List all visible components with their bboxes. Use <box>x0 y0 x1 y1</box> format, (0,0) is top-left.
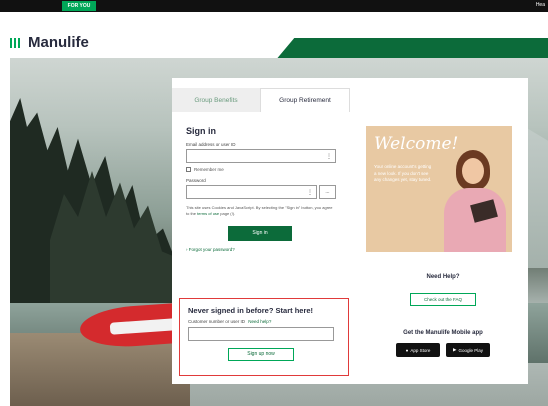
start-title: Never signed in before? Start here! <box>188 306 314 315</box>
woman-with-tablet-image <box>438 148 512 252</box>
forgot-password-link[interactable]: › Forgot your password? <box>186 247 336 252</box>
need-help-link[interactable]: Need help? <box>248 319 271 324</box>
email-label: Email address or user ID <box>186 142 236 147</box>
top-utility-bar: FOR YOU Hea <box>0 0 548 12</box>
terms-link[interactable]: terms of use <box>197 211 219 216</box>
signin-title: Sign in <box>186 126 216 136</box>
faq-button[interactable]: Check out the FAQ <box>410 293 476 306</box>
mobile-app-title: Get the Manulife Mobile app <box>403 330 483 336</box>
apple-icon: ● <box>405 347 409 353</box>
autofill-icon[interactable]: ⋮ <box>326 153 332 160</box>
topbar-right-text[interactable]: Hea <box>536 2 545 8</box>
need-help-title: Need Help? <box>426 274 460 280</box>
for-you-tag[interactable]: FOR YOU <box>62 1 96 11</box>
signin-button[interactable]: Sign in <box>228 226 292 241</box>
google-play-badge[interactable]: ▶ Google Play <box>446 343 490 357</box>
logo-bars-icon <box>10 37 20 48</box>
signin-form: Sign in Email address or user ID ⋮ Remem… <box>186 126 336 252</box>
login-card: Group Benefits Group Retirement Sign in … <box>172 78 528 384</box>
app-store-badge[interactable]: ● App Store <box>396 343 440 357</box>
right-column: Welcome! Your online account's getting a… <box>358 78 528 384</box>
welcome-banner: Welcome! Your online account's getting a… <box>366 126 512 252</box>
terms-text: This site uses Cookies and JavaScript. B… <box>186 205 333 216</box>
welcome-body: Your online account's getting a new look… <box>374 164 432 182</box>
logo-wordmark: Manulife <box>28 34 89 51</box>
remember-me[interactable]: Remember me <box>186 167 336 172</box>
remember-checkbox[interactable] <box>186 167 191 172</box>
header: Manulife <box>0 12 548 58</box>
help-section: Need Help? Check out the FAQ Get the Man… <box>358 274 528 357</box>
email-field[interactable]: ⋮ <box>186 149 336 163</box>
start-here-box: Never signed in before? Start here! Cust… <box>179 298 349 376</box>
signup-button[interactable]: Sign up now <box>228 348 294 361</box>
header-green-stripe <box>265 38 548 58</box>
play-icon: ▶ <box>453 347 457 352</box>
customer-number-label: Customer number or user ID <box>188 319 246 324</box>
tab-group-retirement[interactable]: Group Retirement <box>260 88 350 112</box>
remember-label: Remember me <box>194 167 224 172</box>
login-tabs: Group Benefits Group Retirement <box>172 88 350 112</box>
manulife-logo[interactable]: Manulife <box>10 34 89 51</box>
customer-number-field[interactable] <box>188 327 334 341</box>
password-field[interactable]: ⋮ <box>186 185 317 199</box>
show-password-button[interactable]: ... <box>319 185 336 199</box>
password-label: Password <box>186 178 206 183</box>
autofill-icon[interactable]: ⋮ <box>307 189 313 196</box>
tab-group-benefits[interactable]: Group Benefits <box>172 88 260 112</box>
